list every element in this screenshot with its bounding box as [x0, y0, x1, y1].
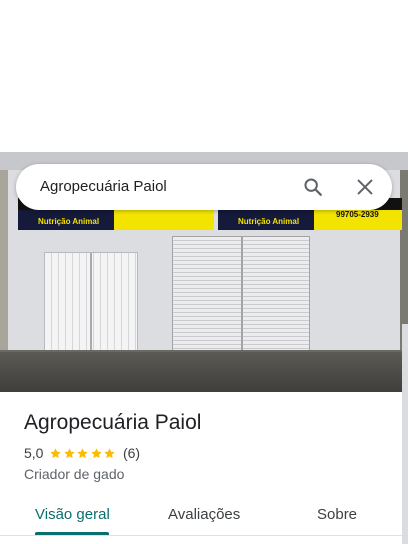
- rolling-shutter-right: [242, 236, 310, 352]
- tab-reviews[interactable]: Avaliações: [168, 506, 240, 523]
- scrollbar[interactable]: [402, 324, 408, 544]
- star-icon: [104, 447, 116, 458]
- search-bar[interactable]: Agropecuária Paiol: [16, 164, 392, 210]
- tabs-divider: [0, 535, 408, 536]
- sign-phone: 99705-2939: [336, 210, 379, 219]
- tab-about[interactable]: Sobre: [317, 506, 357, 523]
- rating-row[interactable]: 5,0 (6): [24, 444, 140, 462]
- sidewalk: [0, 352, 408, 392]
- place-tabs: Visão geral Avaliações Sobre: [0, 500, 408, 538]
- sign-right-text: Nutrição Animal: [238, 217, 300, 226]
- star-icon: [91, 447, 102, 458]
- star-icon: [50, 447, 62, 458]
- star-icon: [77, 447, 89, 458]
- search-icon[interactable]: [302, 176, 324, 198]
- sign-left-text: Nutrição Animal: [38, 217, 100, 226]
- rating-value: 5,0: [24, 445, 44, 461]
- rolling-shutter-left: [172, 236, 242, 352]
- search-input[interactable]: Agropecuária Paiol: [40, 178, 167, 195]
- storefront-door: [44, 252, 138, 352]
- review-count[interactable]: (6): [123, 445, 140, 461]
- tab-overview[interactable]: Visão geral: [35, 506, 110, 523]
- place-category[interactable]: Criador de gado: [24, 466, 124, 482]
- star-icon: [64, 447, 75, 458]
- place-details-panel: Agropecuária Paiol 5,0 (6) Criador de ga…: [0, 392, 408, 544]
- close-icon[interactable]: [354, 176, 376, 198]
- left-edge: [0, 170, 8, 370]
- place-title: Agropecuária Paiol: [24, 411, 202, 434]
- map-top-area: [0, 0, 408, 152]
- star-rating: [49, 447, 117, 460]
